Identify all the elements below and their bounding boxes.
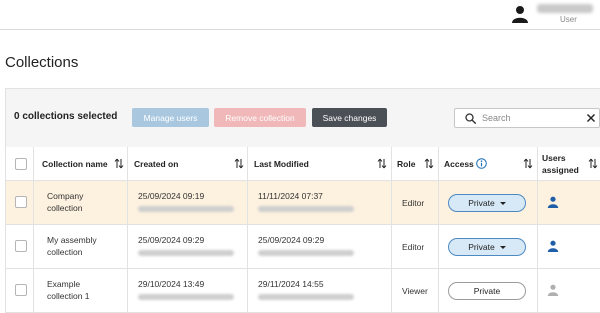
- column-divider: [247, 269, 248, 313]
- user-name-redacted: [537, 4, 593, 13]
- column-divider: [391, 269, 392, 313]
- access-button[interactable]: Private: [448, 282, 526, 300]
- column-divider: [127, 269, 128, 313]
- toolbar: 0 collections selected Manage users Remo…: [6, 89, 600, 147]
- save-changes-button[interactable]: Save changes: [312, 108, 387, 127]
- column-divider: [537, 181, 538, 225]
- column-divider: [391, 225, 392, 269]
- role-value: Editor: [402, 198, 425, 208]
- column-divider: [438, 269, 439, 313]
- collection-name: Company collection: [47, 191, 84, 213]
- table-row[interactable]: Company collection 25/09/2024 09:19 11/1…: [6, 181, 600, 225]
- remove-collection-button[interactable]: Remove collection: [214, 108, 306, 127]
- column-divider: [391, 147, 392, 181]
- row-checkbox[interactable]: [15, 240, 27, 252]
- access-dropdown[interactable]: Private: [448, 194, 526, 212]
- person-icon[interactable]: [547, 196, 559, 208]
- created-by-redacted: [138, 206, 234, 212]
- access-value: Private: [468, 198, 495, 208]
- info-icon[interactable]: [476, 158, 487, 169]
- collection-name: Example collection 1: [47, 279, 90, 301]
- column-divider: [33, 181, 34, 225]
- table-header: Collection name Created on Last Modified…: [6, 147, 600, 181]
- sort-icon[interactable]: [523, 158, 533, 169]
- access-dropdown[interactable]: Private: [448, 238, 526, 256]
- modified-by-redacted: [258, 206, 354, 212]
- column-divider: [247, 147, 248, 181]
- header-last-modified[interactable]: Last Modified: [254, 147, 309, 181]
- search-box[interactable]: [454, 108, 600, 128]
- person-icon: [547, 284, 559, 296]
- column-divider: [537, 147, 538, 181]
- header-collection-name[interactable]: Collection name: [42, 147, 108, 181]
- created-date: 29/10/2024 13:49: [138, 279, 205, 289]
- row-checkbox[interactable]: [15, 284, 27, 296]
- access-value: Private: [468, 242, 495, 252]
- column-divider: [438, 181, 439, 225]
- table-row[interactable]: Example collection 1 29/10/2024 13:49 29…: [6, 269, 600, 313]
- search-icon: [465, 113, 476, 124]
- header-users-line1: Users: [542, 153, 566, 163]
- sort-icon[interactable]: [234, 158, 244, 169]
- selected-count: 0 collections selected: [14, 111, 118, 122]
- header-users-line2: assigned: [542, 165, 579, 175]
- column-divider: [247, 225, 248, 269]
- column-divider: [438, 147, 439, 181]
- close-icon[interactable]: [586, 113, 596, 123]
- modified-by-redacted: [258, 250, 354, 256]
- column-divider: [438, 225, 439, 269]
- select-all-checkbox[interactable]: [15, 158, 27, 170]
- column-divider: [33, 269, 34, 313]
- user-icon[interactable]: [511, 5, 529, 23]
- sort-icon[interactable]: [424, 158, 434, 169]
- created-by-redacted: [138, 250, 234, 256]
- row-checkbox[interactable]: [15, 196, 27, 208]
- created-date: 25/09/2024 09:19: [138, 191, 205, 201]
- manage-users-button[interactable]: Manage users: [132, 108, 209, 127]
- sort-icon[interactable]: [588, 158, 598, 169]
- column-divider: [391, 181, 392, 225]
- sort-icon[interactable]: [377, 158, 387, 169]
- role-value: Editor: [402, 242, 425, 252]
- collection-name: My assembly collection: [47, 235, 97, 257]
- header-users-assigned[interactable]: Users assigned: [542, 147, 579, 181]
- created-date: 25/09/2024 09:29: [138, 235, 205, 245]
- collections-panel: 0 collections selected Manage users Remo…: [5, 88, 600, 313]
- column-divider: [127, 225, 128, 269]
- search-input[interactable]: [482, 111, 582, 125]
- caret-down-icon: [499, 201, 506, 205]
- column-divider: [33, 147, 34, 181]
- header-created-on[interactable]: Created on: [134, 147, 178, 181]
- role-value: Viewer: [402, 286, 428, 296]
- caret-down-icon: [499, 245, 506, 249]
- column-divider: [537, 269, 538, 313]
- column-divider: [33, 225, 34, 269]
- sort-icon[interactable]: [114, 158, 124, 169]
- created-by-redacted: [138, 294, 234, 300]
- column-divider: [127, 181, 128, 225]
- modified-date: 25/09/2024 09:29: [258, 235, 325, 245]
- column-divider: [247, 181, 248, 225]
- modified-date: 11/11/2024 07:37: [258, 191, 323, 201]
- header-access[interactable]: Access: [444, 147, 474, 181]
- modified-by-redacted: [258, 294, 354, 300]
- header-role[interactable]: Role: [397, 147, 415, 181]
- table-row[interactable]: My assembly collection 25/09/2024 09:29 …: [6, 225, 600, 269]
- top-bar: User: [0, 0, 600, 30]
- person-icon[interactable]: [547, 240, 559, 252]
- access-value: Private: [473, 286, 501, 296]
- column-divider: [537, 225, 538, 269]
- column-divider: [127, 147, 128, 181]
- page-title: Collections: [5, 54, 79, 71]
- modified-date: 29/11/2024 14:55: [258, 279, 324, 289]
- user-role: User: [560, 15, 577, 24]
